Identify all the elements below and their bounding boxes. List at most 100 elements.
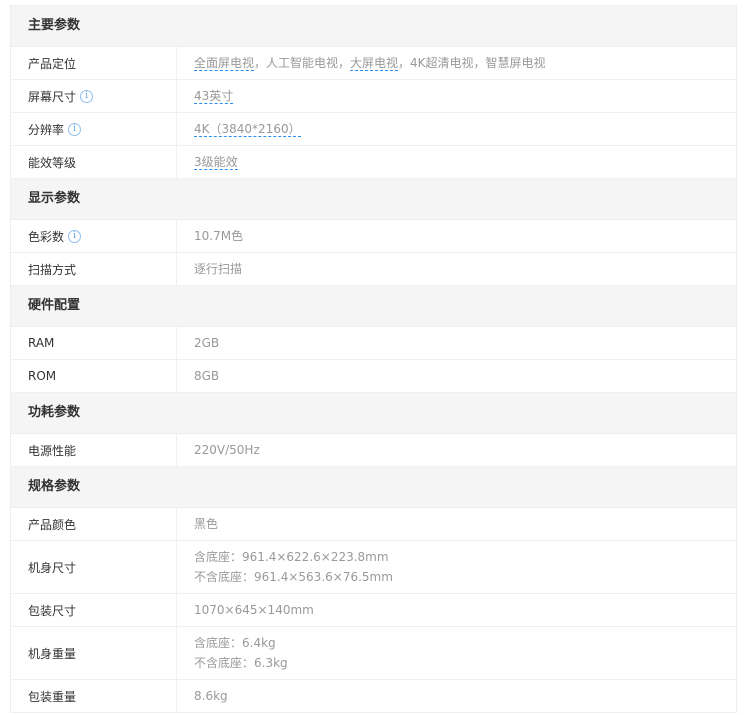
spec-row: RAM 2GB xyxy=(11,327,736,360)
spec-label: 分辨率 xyxy=(28,122,65,137)
spec-value-text: 2GB xyxy=(194,336,220,350)
spec-value-text: 含底座：6.4kg xyxy=(194,636,276,650)
spec-label-cell: RAM xyxy=(11,327,177,359)
spec-label-cell: 产品颜色 xyxy=(11,508,177,540)
section-header: 规格参数 xyxy=(11,467,736,508)
spec-value-line: 不含底座：961.4×563.6×76.5mm xyxy=(194,567,393,587)
spec-value-text: 逐行扫描 xyxy=(194,262,243,276)
spec-value-link[interactable]: 43英寸 xyxy=(194,89,234,104)
spec-row: 分辨率 i 4K（3840*2160） xyxy=(11,113,736,146)
spec-value-text: 8.6kg xyxy=(194,689,228,703)
spec-value-line: 2GB xyxy=(194,333,219,353)
spec-label: 包装重量 xyxy=(28,689,77,704)
spec-label-cell: 分辨率 i xyxy=(11,113,177,145)
spec-row: 扫描方式 逐行扫描 xyxy=(11,253,736,286)
spec-value-line: 全面屏电视，人工智能电视，大屏电视，4K超清电视，智慧屏电视 xyxy=(194,53,546,73)
spec-label: 扫描方式 xyxy=(28,262,77,277)
spec-row: 产品定位 全面屏电视，人工智能电视，大屏电视，4K超清电视，智慧屏电视 xyxy=(11,47,736,80)
spec-value-text: ，人工智能电视， xyxy=(254,56,351,70)
spec-row: ROM 8GB xyxy=(11,360,736,393)
spec-value-text: 黑色 xyxy=(194,517,219,531)
spec-label-cell: 包装重量 xyxy=(11,680,177,712)
spec-value-line: 不含底座：6.3kg xyxy=(194,653,288,673)
spec-label: 屏幕尺寸 xyxy=(28,89,77,104)
spec-value-line: 含底座：961.4×622.6×223.8mm xyxy=(194,547,393,567)
spec-label-cell: ROM xyxy=(11,360,177,392)
spec-label-cell: 机身重量 xyxy=(11,627,177,679)
spec-value-text: ，4K超清电视，智慧屏电视 xyxy=(398,56,546,70)
spec-row: 屏幕尺寸 i 43英寸 xyxy=(11,80,736,113)
spec-row: 机身重量 含底座：6.4kg 不含底座：6.3kg xyxy=(11,627,736,680)
spec-value-line: 43英寸 xyxy=(194,86,234,106)
spec-value-cell: 10.7M色 xyxy=(177,220,243,252)
info-icon[interactable]: i xyxy=(80,89,94,103)
spec-label: 产品颜色 xyxy=(28,517,77,532)
spec-value-cell: 3级能效 xyxy=(177,146,238,178)
spec-label-cell: 机身尺寸 xyxy=(11,541,177,593)
spec-value-cell: 含底座：961.4×622.6×223.8mm 不含底座：961.4×563.6×… xyxy=(177,541,393,593)
spec-value-line: 逐行扫描 xyxy=(194,259,242,279)
spec-value-cell: 8GB xyxy=(177,360,219,392)
spec-row: 包装重量 8.6kg xyxy=(11,680,736,713)
spec-label: 色彩数 xyxy=(28,229,65,244)
spec-value-cell: 4K（3840*2160） xyxy=(177,113,301,145)
spec-value-text: 8GB xyxy=(194,369,220,383)
spec-label: 机身重量 xyxy=(28,646,77,661)
section-header: 主要参数 xyxy=(11,6,736,47)
spec-value-cell: 8.6kg xyxy=(177,680,228,712)
spec-value-text: 不含底座：6.3kg xyxy=(194,656,288,670)
spec-label-cell: 屏幕尺寸 i xyxy=(11,80,177,112)
spec-value-cell: 1070×645×140mm xyxy=(177,594,314,626)
spec-row: 产品颜色 黑色 xyxy=(11,508,736,541)
spec-row: 能效等级 3级能效 xyxy=(11,146,736,179)
spec-value-line: 含底座：6.4kg xyxy=(194,633,288,653)
spec-label: 电源性能 xyxy=(28,443,77,458)
spec-label: ROM xyxy=(28,369,57,383)
spec-value-text: 1070×645×140mm xyxy=(194,603,314,617)
spec-label-cell: 产品定位 xyxy=(11,47,177,79)
spec-table: 主要参数 产品定位 全面屏电视，人工智能电视，大屏电视，4K超清电视，智慧屏电视 屏幕… xyxy=(10,5,737,713)
spec-value-line: 1070×645×140mm xyxy=(194,600,314,620)
spec-label: 产品定位 xyxy=(28,56,77,71)
spec-label-cell: 色彩数 i xyxy=(11,220,177,252)
spec-label: 包装尺寸 xyxy=(28,603,77,618)
spec-label-cell: 电源性能 xyxy=(11,434,177,466)
spec-label-cell: 包装尺寸 xyxy=(11,594,177,626)
spec-label: 机身尺寸 xyxy=(28,560,77,575)
spec-value-cell: 含底座：6.4kg 不含底座：6.3kg xyxy=(177,627,288,679)
section-header: 硬件配置 xyxy=(11,286,736,327)
spec-row: 色彩数 i 10.7M色 xyxy=(11,220,736,253)
spec-value-line: 10.7M色 xyxy=(194,226,243,246)
spec-value-text: 220V/50Hz xyxy=(194,443,260,457)
spec-value-text: 10.7M色 xyxy=(194,229,244,243)
spec-value-line: 220V/50Hz xyxy=(194,440,260,460)
spec-label-cell: 能效等级 xyxy=(11,146,177,178)
spec-value-line: 8.6kg xyxy=(194,686,228,706)
spec-value-link[interactable]: 大屏电视 xyxy=(350,56,399,71)
spec-row: 电源性能 220V/50Hz xyxy=(11,434,736,467)
spec-value-cell: 43英寸 xyxy=(177,80,234,112)
spec-value-line: 4K（3840*2160） xyxy=(194,119,301,139)
spec-label: RAM xyxy=(28,336,55,350)
section-header: 显示参数 xyxy=(11,179,736,220)
spec-value-line: 黑色 xyxy=(194,514,218,534)
spec-value-link[interactable]: 4K（3840*2160） xyxy=(194,122,301,137)
spec-value-cell: 2GB xyxy=(177,327,219,359)
spec-value-cell: 逐行扫描 xyxy=(177,253,242,285)
spec-value-cell: 黑色 xyxy=(177,508,218,540)
spec-value-link[interactable]: 3级能效 xyxy=(194,155,238,170)
section-header: 功耗参数 xyxy=(11,393,736,434)
spec-value-cell: 全面屏电视，人工智能电视，大屏电视，4K超清电视，智慧屏电视 xyxy=(177,47,546,79)
spec-value-line: 8GB xyxy=(194,366,219,386)
info-icon[interactable]: i xyxy=(68,229,82,243)
spec-value-cell: 220V/50Hz xyxy=(177,434,260,466)
info-icon[interactable]: i xyxy=(68,122,82,136)
spec-row: 机身尺寸 含底座：961.4×622.6×223.8mm 不含底座：961.4×56… xyxy=(11,541,736,594)
spec-label: 能效等级 xyxy=(28,155,77,170)
spec-label-cell: 扫描方式 xyxy=(11,253,177,285)
spec-value-link[interactable]: 全面屏电视 xyxy=(194,56,255,71)
spec-row: 包装尺寸 1070×645×140mm xyxy=(11,594,736,627)
spec-value-text: 含底座：961.4×622.6×223.8mm xyxy=(194,550,389,564)
spec-value-line: 3级能效 xyxy=(194,152,238,172)
spec-value-text: 不含底座：961.4×563.6×76.5mm xyxy=(194,570,393,584)
